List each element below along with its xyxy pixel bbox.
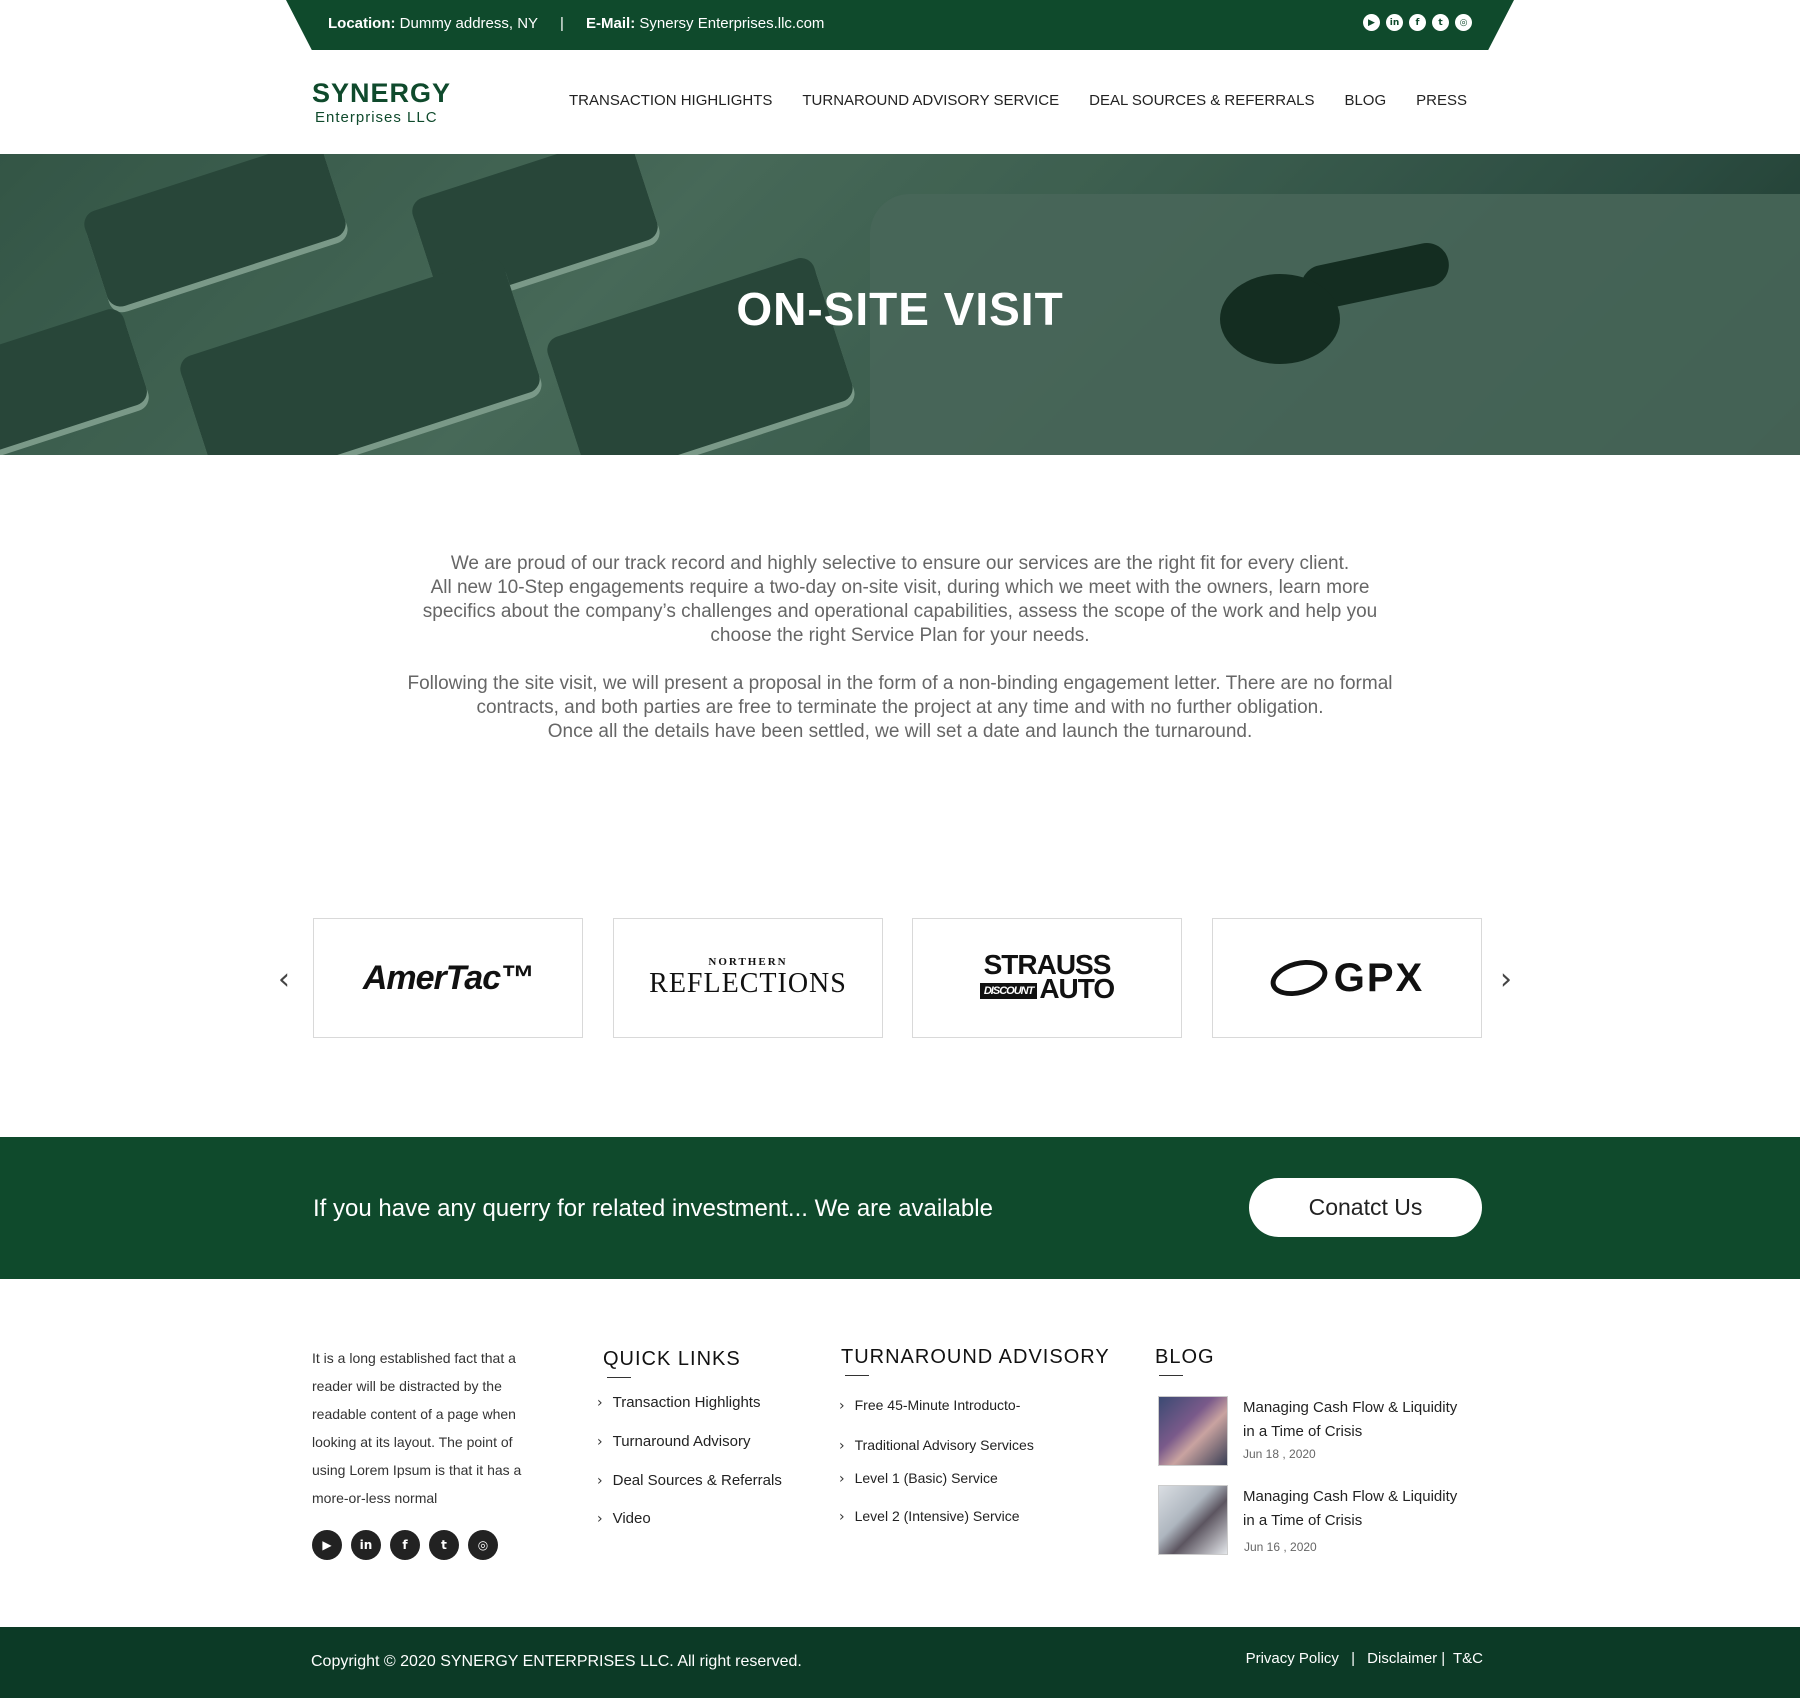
quick-link-deal-sources[interactable]: › Deal Sources & Referrals [597, 1472, 782, 1489]
gpx-logo-text: GPX [1333, 955, 1425, 1000]
logo-subtitle: Enterprises LLC [315, 109, 438, 126]
carousel-prev-icon[interactable]: ‹ [278, 962, 290, 997]
chevron-right-icon: › [597, 1434, 603, 1450]
youtube-icon[interactable]: ▶ [1363, 14, 1380, 31]
email-label: E-Mail: [586, 15, 636, 32]
quick-link-label: Deal Sources & Referrals [612, 1472, 782, 1489]
chevron-right-icon: › [839, 1398, 845, 1414]
blog-post-title[interactable]: Managing Cash Flow & Liquidity in a Time… [1243, 1396, 1473, 1444]
paragraph-1: We are proud of our track record and hig… [400, 552, 1400, 648]
chevron-right-icon: › [839, 1438, 845, 1454]
carousel-next-icon[interactable]: › [1500, 962, 1512, 997]
gpx-swoosh-icon [1266, 954, 1332, 1002]
contact-us-button[interactable]: Conatct Us [1249, 1178, 1482, 1237]
quick-link-transaction-highlights[interactable]: › Transaction Highlights [597, 1394, 760, 1411]
legal-separator: | [1351, 1650, 1355, 1667]
paragraph-2a: Following the site visit, we will presen… [407, 673, 1393, 718]
chevron-right-icon: › [839, 1471, 845, 1487]
footer-social-links: ▶ in f t ◎ [312, 1530, 498, 1560]
advisory-link-label: Level 2 (Intensive) Service [854, 1508, 1020, 1524]
paragraph-1a: We are proud of our track record and hig… [450, 553, 1350, 574]
nr-logo-small: NORTHERN [708, 956, 788, 968]
location-label: Location: [328, 15, 396, 32]
instagram-icon[interactable]: ◎ [468, 1530, 498, 1560]
paragraph-2: Following the site visit, we will presen… [400, 672, 1400, 744]
client-logo-gpx[interactable]: GPX [1212, 918, 1482, 1038]
disclaimer-link[interactable]: Disclaimer [1367, 1650, 1437, 1667]
nav-press[interactable]: PRESS [1416, 92, 1467, 109]
youtube-icon[interactable]: ▶ [312, 1530, 342, 1560]
intro-text: We are proud of our track record and hig… [400, 552, 1400, 768]
advisory-link-level2[interactable]: › Level 2 (Intensive) Service [839, 1508, 1020, 1525]
site-logo[interactable]: SYNERGY Enterprises LLC [312, 78, 451, 126]
strauss-logo-discount: DISCOUNT [979, 982, 1038, 999]
bottom-bar: Copyright © 2020 SYNERGY ENTERPRISES LLC… [0, 1627, 1800, 1698]
copyright-text: Copyright © 2020 SYNERGY ENTERPRISES LLC… [311, 1653, 802, 1670]
linkedin-icon[interactable]: in [351, 1530, 381, 1560]
advisory-link-traditional[interactable]: › Traditional Advisory Services [839, 1437, 1034, 1454]
strauss-auto-logo: STRAUSS DISCOUNT AUTO [979, 951, 1115, 1005]
top-social-links: ▶ in f t ◎ [1363, 14, 1472, 31]
client-logo-strauss-auto[interactable]: STRAUSS DISCOUNT AUTO [912, 918, 1182, 1038]
quick-link-label: Video [612, 1510, 651, 1527]
chevron-right-icon: › [597, 1395, 603, 1411]
blog-thumbnail[interactable] [1158, 1396, 1228, 1466]
legal-links: Privacy Policy | Disclaimer | T&C [1246, 1650, 1483, 1667]
blog-post-date: Jun 18 , 2020 [1243, 1447, 1316, 1461]
blog-heading: BLOG [1155, 1346, 1215, 1376]
top-contact-bar: Location: Dummy address, NY | E-Mail: Sy… [286, 0, 1514, 50]
privacy-policy-link[interactable]: Privacy Policy [1246, 1650, 1339, 1667]
facebook-icon[interactable]: f [390, 1530, 420, 1560]
advisory-link-label: Free 45-Minute Introducto- [854, 1397, 1021, 1413]
contact-separator: | [559, 15, 564, 32]
chevron-right-icon: › [839, 1509, 845, 1525]
advisory-link-level1[interactable]: › Level 1 (Basic) Service [839, 1470, 998, 1487]
gpx-logo: GPX [1266, 954, 1425, 1002]
cta-banner: If you have any querry for related inves… [0, 1137, 1800, 1279]
client-logo-amertac[interactable]: AmerTac™ [313, 918, 583, 1038]
northern-reflections-logo: NORTHERN REFLECTIONS [649, 956, 847, 1000]
terms-link[interactable]: T&C [1453, 1650, 1483, 1667]
advisory-link-label: Level 1 (Basic) Service [854, 1470, 998, 1486]
page: Location: Dummy address, NY | E-Mail: Sy… [0, 0, 1800, 1698]
legal-separator: | [1441, 1650, 1446, 1667]
facebook-icon[interactable]: f [1409, 14, 1426, 31]
hero-banner: ON-SITE VISIT [0, 154, 1800, 455]
paragraph-1b: All new 10-Step engagements require a tw… [422, 577, 1378, 646]
instagram-icon[interactable]: ◎ [1455, 14, 1472, 31]
amertac-logo-text: AmerTac™ [362, 958, 534, 997]
chevron-right-icon: › [597, 1473, 603, 1489]
advisory-link-label: Traditional Advisory Services [854, 1437, 1034, 1453]
footer-about: It is a long established fact that a rea… [312, 1350, 522, 1506]
quick-links-heading: QUICK LINKS [603, 1348, 741, 1378]
nr-logo-big: REFLECTIONS [649, 968, 847, 999]
nav-blog[interactable]: BLOG [1344, 92, 1386, 109]
twitter-icon[interactable]: t [1432, 14, 1449, 31]
logo-title: SYNERGY [312, 78, 452, 108]
paragraph-2b: Once all the details have been settled, … [547, 721, 1253, 742]
linkedin-icon[interactable]: in [1386, 14, 1403, 31]
nav-turnaround-advisory-service[interactable]: TURNAROUND ADVISORY SERVICE [802, 92, 1059, 109]
blog-post-title[interactable]: Managing Cash Flow & Liquidity in a Time… [1243, 1485, 1473, 1533]
client-logo-northern-reflections[interactable]: NORTHERN REFLECTIONS [613, 918, 883, 1038]
page-title: ON-SITE VISIT [736, 283, 1064, 335]
chevron-right-icon: › [597, 1511, 603, 1527]
quick-link-video[interactable]: › Video [597, 1510, 651, 1527]
quick-link-turnaround-advisory[interactable]: › Turnaround Advisory [597, 1433, 750, 1450]
quick-link-label: Turnaround Advisory [612, 1433, 751, 1450]
strauss-logo-auto: AUTO [1039, 973, 1115, 1005]
turnaround-advisory-heading: TURNAROUND ADVISORY [841, 1346, 1110, 1376]
blog-thumbnail[interactable] [1158, 1485, 1228, 1555]
main-nav: TRANSACTION HIGHLIGHTS TURNAROUND ADVISO… [569, 92, 1467, 109]
twitter-icon[interactable]: t [429, 1530, 459, 1560]
blog-post-date: Jun 16 , 2020 [1244, 1540, 1317, 1554]
advisory-link-free-intro[interactable]: › Free 45-Minute Introducto- [839, 1397, 1020, 1414]
contact-info: Location: Dummy address, NY | E-Mail: Sy… [328, 15, 824, 32]
nav-transaction-highlights[interactable]: TRANSACTION HIGHLIGHTS [569, 92, 772, 109]
location-value: Dummy address, NY [399, 15, 538, 32]
quick-link-label: Transaction Highlights [612, 1394, 761, 1411]
cta-text: If you have any querry for related inves… [313, 1195, 993, 1222]
nav-deal-sources-referrals[interactable]: DEAL SOURCES & REFERRALS [1089, 92, 1314, 109]
email-value[interactable]: Synersy Enterprises.llc.com [639, 15, 824, 32]
